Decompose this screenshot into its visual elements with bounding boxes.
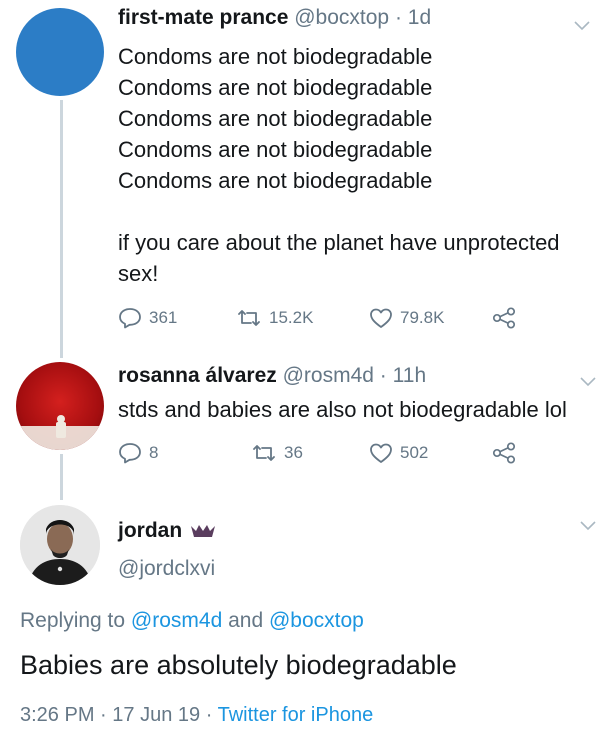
- avatar-image: [16, 415, 104, 450]
- tweet-header: rosanna álvarez @rosm4d · 11h: [118, 364, 426, 388]
- retweet-icon: [238, 310, 260, 326]
- share-icon: [492, 307, 516, 329]
- mention-link[interactable]: @rosm4d: [131, 609, 222, 632]
- mention-link[interactable]: @bocxtop: [269, 609, 364, 632]
- action-bar: 8 36 502: [118, 442, 516, 464]
- separator: ·: [205, 704, 213, 726]
- reply-icon: [119, 443, 141, 464]
- handle[interactable]: @jordclxvi: [118, 557, 215, 580]
- tweet-date[interactable]: 17 Jun 19: [112, 704, 200, 726]
- tweet-header: first-mate prance @bocxtop · 1d: [118, 6, 431, 30]
- timestamp[interactable]: 11h: [393, 364, 426, 387]
- reply-button[interactable]: 361: [118, 307, 236, 329]
- tweet-handle-row: @jordclxvi: [118, 557, 215, 581]
- thread-line: [60, 454, 63, 500]
- handle[interactable]: @rosm4d: [283, 364, 374, 387]
- like-button[interactable]: 79.8K: [369, 307, 492, 329]
- tweet-time[interactable]: 3:26 PM: [20, 704, 94, 726]
- tweet-source[interactable]: Twitter for iPhone: [218, 704, 374, 726]
- reply-count: 361: [149, 308, 178, 327]
- and-label: and: [228, 609, 264, 632]
- share-icon: [492, 442, 516, 464]
- like-icon: [370, 308, 392, 328]
- handle[interactable]: @bocxtop: [294, 6, 389, 29]
- tweet-text: stds and babies are also not biodegradab…: [118, 397, 567, 422]
- reply-icon: [119, 308, 141, 329]
- avatar-image: [20, 505, 100, 585]
- reply-button[interactable]: 8: [118, 442, 251, 464]
- chevron-down-icon[interactable]: [574, 18, 590, 36]
- retweet-button[interactable]: 15.2K: [236, 307, 369, 329]
- like-count: 79.8K: [400, 308, 445, 327]
- replying-to-label: Replying to: [20, 609, 126, 632]
- chevron-down-icon[interactable]: [580, 518, 596, 536]
- retweet-count: 15.2K: [269, 308, 314, 327]
- display-name[interactable]: jordan: [118, 519, 182, 542]
- separator: ·: [394, 6, 402, 29]
- timestamp[interactable]: 1d: [408, 6, 431, 29]
- share-button[interactable]: [492, 307, 516, 329]
- share-button[interactable]: [492, 442, 516, 464]
- like-count: 502: [400, 443, 429, 462]
- avatar[interactable]: [16, 362, 104, 450]
- avatar[interactable]: [20, 505, 100, 585]
- separator: ·: [379, 364, 387, 387]
- reply-context: Replying to @rosm4d and @bocxtop: [20, 609, 364, 633]
- avatar[interactable]: [16, 8, 104, 96]
- retweet-button[interactable]: 36: [251, 442, 369, 464]
- retweet-icon: [253, 445, 275, 461]
- display-name[interactable]: first-mate prance: [118, 6, 288, 29]
- display-name[interactable]: rosanna álvarez: [118, 364, 277, 387]
- action-bar: 361 15.2K 79.8K: [118, 307, 516, 329]
- chevron-down-icon[interactable]: [580, 374, 596, 392]
- retweet-count: 36: [284, 443, 303, 462]
- like-button[interactable]: 502: [369, 442, 492, 464]
- tweet-footer: 3:26 PM · 17 Jun 19 · Twitter for iPhone: [20, 704, 373, 727]
- tweet-header: jordan: [118, 519, 216, 543]
- like-icon: [370, 443, 392, 463]
- thread-line: [60, 100, 63, 358]
- main-tweet-text: Babies are absolutely biodegradable: [20, 650, 457, 680]
- reply-count: 8: [149, 443, 159, 462]
- separator: ·: [100, 704, 107, 726]
- crown-emoji-icon: [191, 525, 216, 538]
- tweet-text: Condoms are not biodegradable Condoms ar…: [118, 44, 560, 286]
